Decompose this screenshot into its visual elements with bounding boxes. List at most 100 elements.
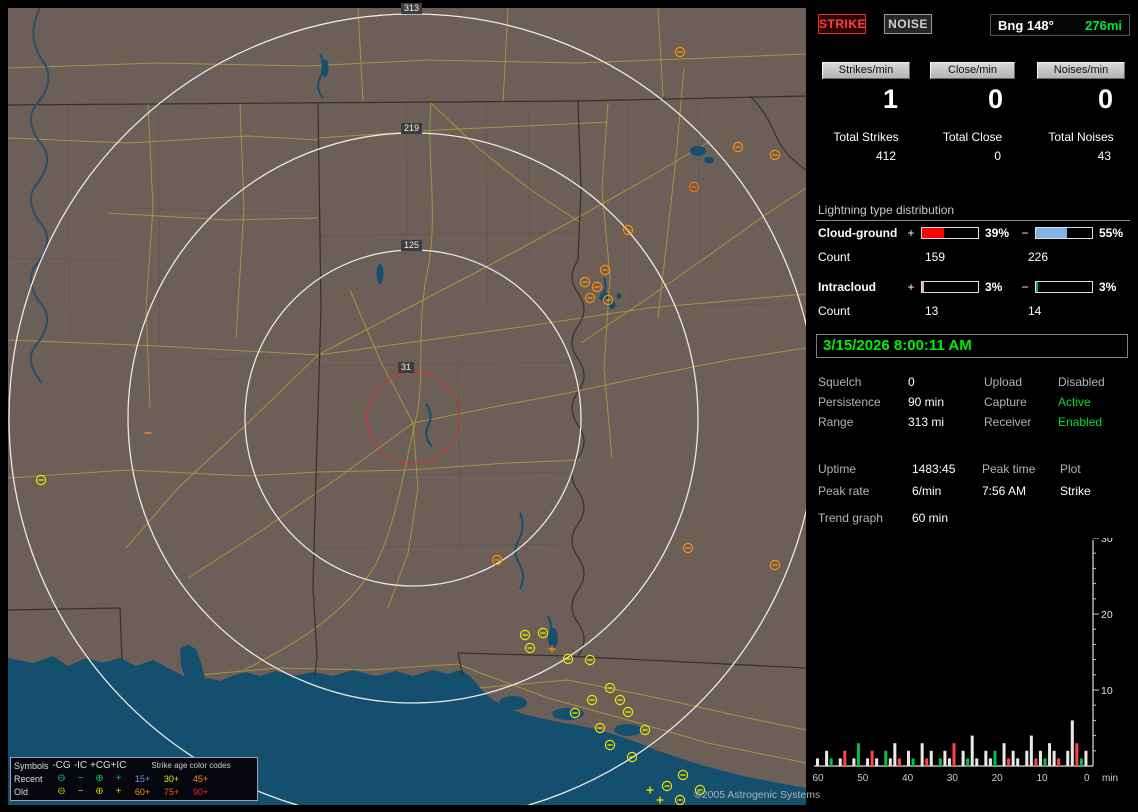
settings-label: Squelch [818, 375, 908, 389]
legend-col-header: -CG [52, 761, 71, 771]
total-value-2: 43 [1037, 149, 1125, 163]
trend-bar [839, 758, 842, 766]
noise-toggle-button[interactable]: NOISE [884, 14, 932, 34]
copyright-text: ©2005 Astrogenic Systems [694, 789, 820, 801]
range-ring-label: 313 [401, 3, 422, 14]
trend-bar [857, 743, 860, 766]
trend-bar [1003, 743, 1006, 766]
settings-value: Active [1058, 395, 1091, 409]
trend-bar [1075, 743, 1078, 766]
x-tick-label: 30 [947, 773, 959, 784]
bar-fill [922, 228, 944, 238]
cg-negative-pct: 55% [1097, 226, 1133, 240]
plot-value: Strike [1060, 484, 1091, 498]
trend-bar [893, 743, 896, 766]
datetime-box: 3/15/2026 8:00:11 AM [816, 334, 1128, 358]
ic-negative-count: 14 [1028, 304, 1041, 318]
bar-fill [1036, 228, 1067, 238]
settings-label: Persistence [818, 395, 908, 409]
y-tick-label: 30 [1101, 538, 1113, 545]
settings-row: Persistence90 minCaptureActive [818, 392, 1132, 412]
trend-bar [962, 751, 965, 766]
rate-value-1: 0 [930, 84, 1015, 114]
trend-bar [975, 758, 978, 766]
trend-bar [1016, 758, 1019, 766]
trend-bar [966, 758, 969, 766]
trend-bar [898, 758, 901, 766]
legend-symbol-icon: − [71, 774, 90, 784]
trend-bar [948, 758, 951, 766]
rate-value-2: 0 [1037, 84, 1125, 114]
trend-bar [830, 758, 833, 766]
legend-symbol-icon: + [109, 787, 128, 797]
range-ring-label: 31 [398, 362, 414, 373]
trend-bars [816, 720, 1087, 766]
bar-fill [922, 282, 924, 292]
settings-label: Receiver [984, 415, 1058, 429]
plus-sign: + [905, 226, 917, 240]
trend-bar [1071, 720, 1074, 766]
cg-positive-count: 159 [925, 250, 1028, 264]
legend-row: Old⊖−⊕+60+75+90+ [11, 785, 257, 798]
status-panel: STRIKE NOISE Bng 148° 276mi Lightning ty… [812, 0, 1138, 812]
legend-age-code: 90+ [186, 787, 215, 797]
trend-bar [1053, 751, 1056, 766]
range-ring-label: 125 [401, 240, 422, 251]
distribution-title: Lightning type distribution [818, 203, 954, 217]
settings-row: Range313 miReceiverEnabled [818, 412, 1132, 432]
legend-symbol-icon: ⊕ [90, 774, 109, 784]
x-axis-unit: min [1102, 773, 1118, 784]
legend-age-code: 45+ [186, 774, 215, 784]
cg-label: Cloud-ground [818, 226, 905, 240]
trend-bar [825, 751, 828, 766]
trend-bar [852, 758, 855, 766]
total-value-0: 412 [822, 149, 910, 163]
strike-toggle-button[interactable]: STRIKE [818, 14, 866, 34]
trend-bar [889, 758, 892, 766]
x-axis-labels: 6050403020100min [812, 773, 1118, 784]
rate-value-0: 1 [822, 84, 910, 114]
peak-rate-row: Peak rate 6/min 7:56 AM Strike [818, 480, 1132, 502]
x-tick-label: 10 [1036, 773, 1048, 784]
stats-rows: Uptime 1483:45 Peak time Plot Peak rate … [818, 458, 1132, 502]
trend-window-value: 60 min [912, 511, 948, 525]
legend-symbol-icon: − [71, 787, 90, 797]
total-value-1: 0 [930, 149, 1015, 163]
minus-sign: − [1019, 280, 1031, 294]
plus-sign: + [905, 280, 917, 294]
intracloud-row: Intracloud + 3% − 3% [818, 280, 1133, 294]
legend-age-code: 75+ [157, 787, 186, 797]
counter-button-1[interactable]: Close/min [930, 62, 1015, 79]
peak-rate-value: 6/min [912, 484, 982, 498]
cg-negative-bar [1035, 227, 1093, 239]
x-tick-label: 20 [992, 773, 1004, 784]
trend-bar [816, 758, 819, 766]
trend-bar [1007, 758, 1010, 766]
count-label: Count [818, 304, 925, 318]
settings-grid: Squelch0UploadDisabledPersistence90 minC… [818, 372, 1132, 432]
trend-bar [884, 751, 887, 766]
counter-button-2[interactable]: Noises/min [1037, 62, 1125, 79]
total-label-0: Total Strikes [822, 130, 910, 144]
settings-value: Disabled [1058, 375, 1105, 389]
trend-bar [1025, 751, 1028, 766]
peak-time-value: 7:56 AM [982, 484, 1060, 498]
trend-bar [930, 751, 933, 766]
trend-bar [989, 758, 992, 766]
x-tick-label: 0 [1084, 773, 1090, 784]
bar-fill [1036, 282, 1038, 292]
trend-bar [925, 758, 928, 766]
legend-header-row: Symbols-CG-IC+CG+ICStrike age color code… [11, 759, 257, 772]
trend-bar [1030, 736, 1033, 766]
plot-header: Plot [1060, 462, 1081, 476]
counter-button-0[interactable]: Strikes/min [822, 62, 910, 79]
uptime-label: Uptime [818, 462, 912, 476]
cg-negative-count: 226 [1028, 250, 1048, 264]
nexstorm-window: 313 219 125 31 Symbols-CG-IC+CG+ICStrike… [0, 0, 1138, 812]
trend-bar [843, 751, 846, 766]
trend-graph-label: Trend graph [818, 511, 912, 525]
legend-symbol-icon: ⊕ [90, 787, 109, 797]
bearing-value: Bng 148° [998, 18, 1054, 33]
ic-count-row: Count 13 14 [818, 304, 1041, 318]
trend-bar [939, 758, 942, 766]
